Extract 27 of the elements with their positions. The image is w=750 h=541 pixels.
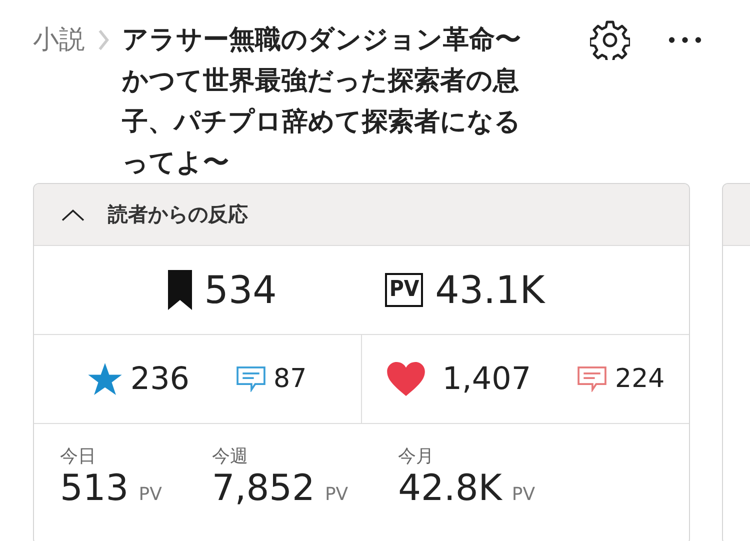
bookmark-icon: [168, 270, 192, 310]
breadcrumb-link[interactable]: 小説: [33, 22, 85, 58]
star-icon: [88, 363, 122, 395]
card-title: 読者からの反応: [108, 201, 248, 228]
card-header[interactable]: 読者からの反応: [34, 184, 689, 246]
unit-label: PV: [512, 484, 536, 505]
period-count: 7,852: [212, 468, 315, 509]
novel-title: アラサー無職のダンジョン革命〜かつて世界最強だった探索者の息子、パチプロ辞めて探索者になるってよ〜: [122, 24, 522, 180]
period-count: 513: [60, 468, 129, 509]
unit-label: PV: [138, 484, 162, 505]
heart-icon: [386, 362, 426, 396]
comment-count: 224: [615, 364, 665, 394]
chevron-right-icon: [97, 28, 110, 52]
pv-badge: PV: [385, 273, 424, 307]
chevron-up-icon: [60, 208, 86, 222]
period-label: 今月: [398, 445, 436, 468]
settings-icon[interactable]: [590, 20, 630, 60]
unit-label: PV: [324, 484, 348, 505]
period-label: 今日: [60, 445, 97, 468]
more-icon[interactable]: [668, 36, 702, 44]
comment-count: 87: [274, 364, 307, 394]
period-count: 42.8K: [398, 468, 502, 509]
total-count: 43.1K: [435, 268, 545, 312]
total-count: 534: [204, 268, 277, 312]
period-label: 今週: [212, 445, 249, 468]
reaction-count: 236: [130, 361, 190, 397]
reaction-count: 1,407: [442, 361, 532, 397]
